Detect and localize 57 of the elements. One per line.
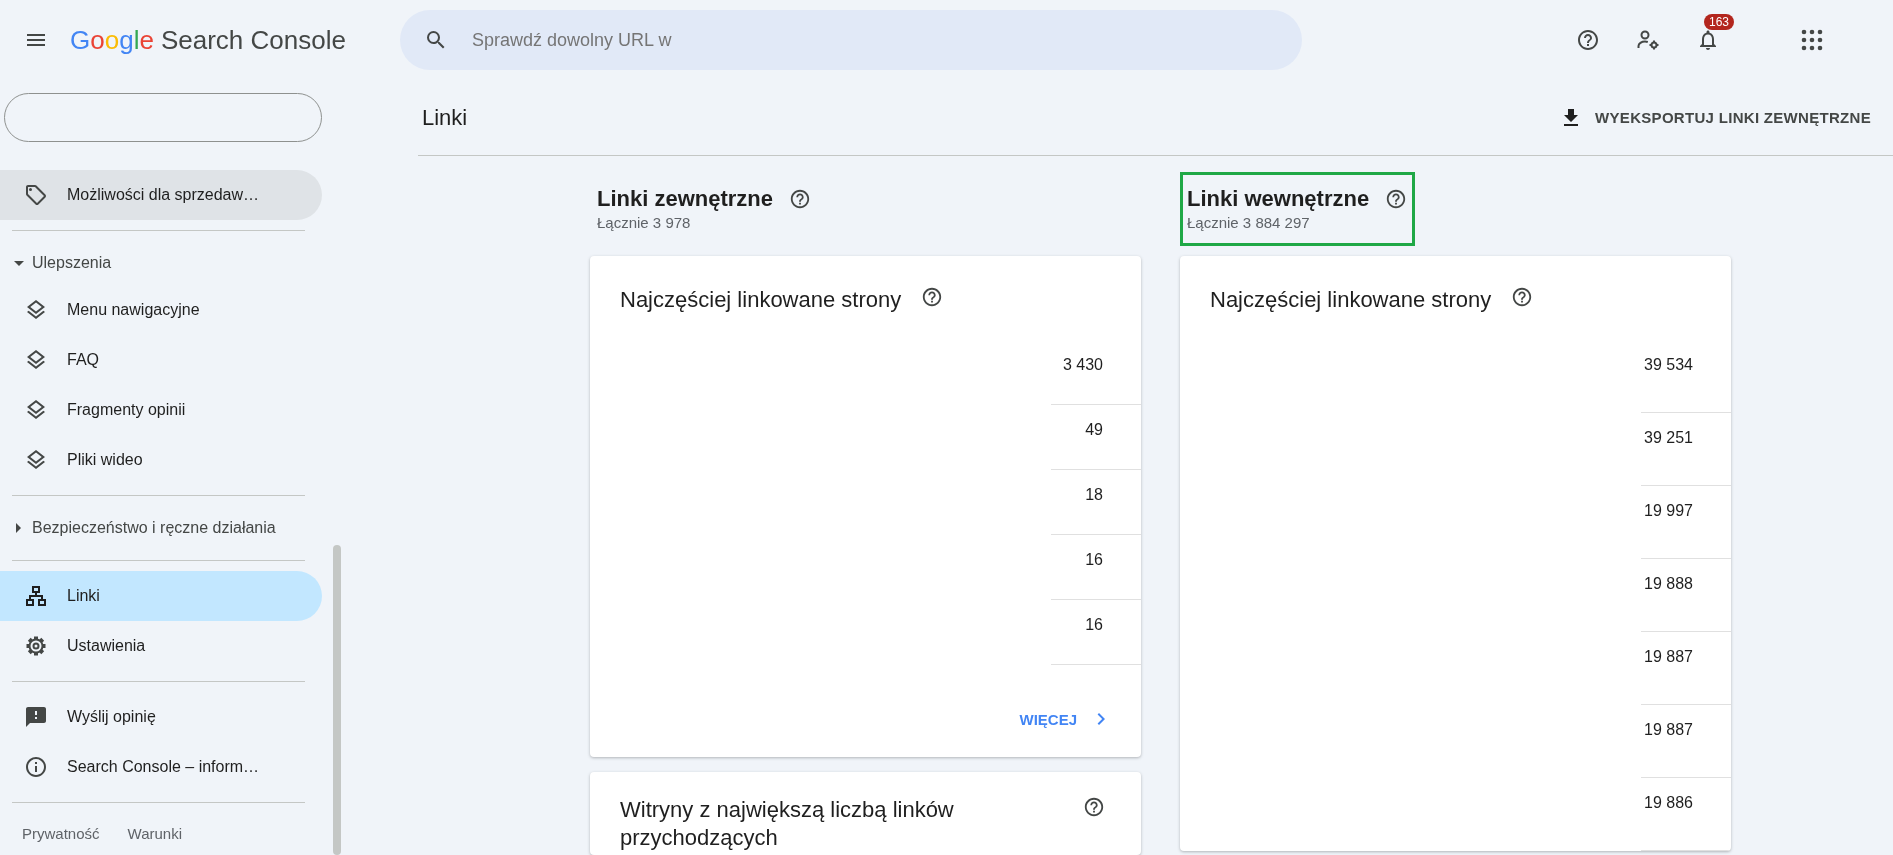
card-title: Najczęściej linkowane strony bbox=[620, 286, 902, 314]
card-title: Najczęściej linkowane strony bbox=[1210, 286, 1492, 314]
link-count: 19 888 bbox=[1641, 559, 1731, 632]
info-icon bbox=[24, 755, 48, 779]
sidebar-item[interactable]: Menu nawigacyjne bbox=[0, 285, 322, 335]
property-selector[interactable] bbox=[4, 93, 322, 142]
sidebar-item[interactable]: FAQ bbox=[0, 335, 322, 385]
sidebar-group[interactable]: Ulepszenia bbox=[0, 241, 322, 285]
section-title: Linki zewnętrzne bbox=[597, 185, 774, 213]
help-icon bbox=[1385, 188, 1408, 210]
help-icon bbox=[1083, 796, 1105, 818]
tag-icon bbox=[24, 183, 48, 207]
sidebar-item[interactable]: Ustawienia bbox=[0, 621, 322, 671]
person-gear-icon bbox=[1636, 28, 1660, 52]
link-count: 49 bbox=[1051, 405, 1141, 470]
caret-icon bbox=[14, 260, 24, 266]
sidebar-item[interactable]: Wyślij opinię bbox=[0, 692, 322, 742]
search-field[interactable]: Sprawdź dowolny URL w bbox=[400, 10, 1302, 70]
sidebar-item[interactable]: Linki bbox=[0, 571, 322, 621]
help-icon bbox=[1511, 286, 1534, 308]
footer-link[interactable]: Warunki bbox=[127, 825, 182, 842]
sidebar-item[interactable]: Pliki wideo bbox=[0, 435, 322, 485]
notifications-button[interactable]: 163 bbox=[1684, 16, 1732, 64]
link-count: 19 887 bbox=[1641, 632, 1731, 705]
settings-icon bbox=[24, 634, 48, 658]
link-count: 39 251 bbox=[1641, 413, 1731, 486]
scrollbar-thumb[interactable] bbox=[333, 545, 341, 855]
more-link[interactable]: WIĘCEJ bbox=[1015, 703, 1117, 735]
page-title: Linki bbox=[422, 104, 468, 131]
link-count: 16 bbox=[1051, 600, 1141, 665]
link-count: 16 bbox=[1051, 535, 1141, 600]
network-icon bbox=[24, 584, 48, 608]
help-icon bbox=[921, 286, 944, 308]
section-title: Linki wewnętrzne bbox=[1187, 185, 1370, 213]
sidebar-item[interactable]: Fragmenty opinii bbox=[0, 385, 322, 435]
sidebar-group[interactable]: Bezpieczeństwo i ręczne działania bbox=[0, 506, 322, 550]
link-count: 19 887 bbox=[1641, 705, 1731, 778]
export-button[interactable]: WYEKSPORTUJ LINKI ZEWNĘTRZNE bbox=[1557, 97, 1873, 138]
link-count: 3 430 bbox=[1051, 340, 1141, 405]
footer-link[interactable]: Prywatność bbox=[22, 825, 100, 842]
apps-grid-icon bbox=[1801, 29, 1823, 51]
link-count: 18 bbox=[1051, 470, 1141, 535]
card-title: Witryny z największą liczbą linków przychodzących bbox=[620, 796, 955, 852]
link-count: 19 886 bbox=[1641, 778, 1731, 851]
sidebar-item[interactable]: Search Console – inform… bbox=[0, 742, 322, 792]
help-icon bbox=[789, 188, 812, 210]
section-total: Łącznie 3 884 297 bbox=[1187, 213, 1311, 233]
link-count: 19 997 bbox=[1641, 486, 1731, 559]
feedback-icon bbox=[24, 705, 48, 729]
caret-icon bbox=[16, 523, 21, 533]
help-icon bbox=[1576, 28, 1600, 52]
link-count: 39 534 bbox=[1641, 340, 1731, 413]
logo-text: Google bbox=[70, 24, 154, 56]
sidebar-item[interactable]: Możliwości dla sprzedaw… bbox=[0, 170, 322, 220]
section-total: Łącznie 3 978 bbox=[597, 213, 692, 233]
notification-badge: 163 bbox=[1704, 14, 1735, 30]
product-name: Search Console bbox=[160, 24, 346, 56]
